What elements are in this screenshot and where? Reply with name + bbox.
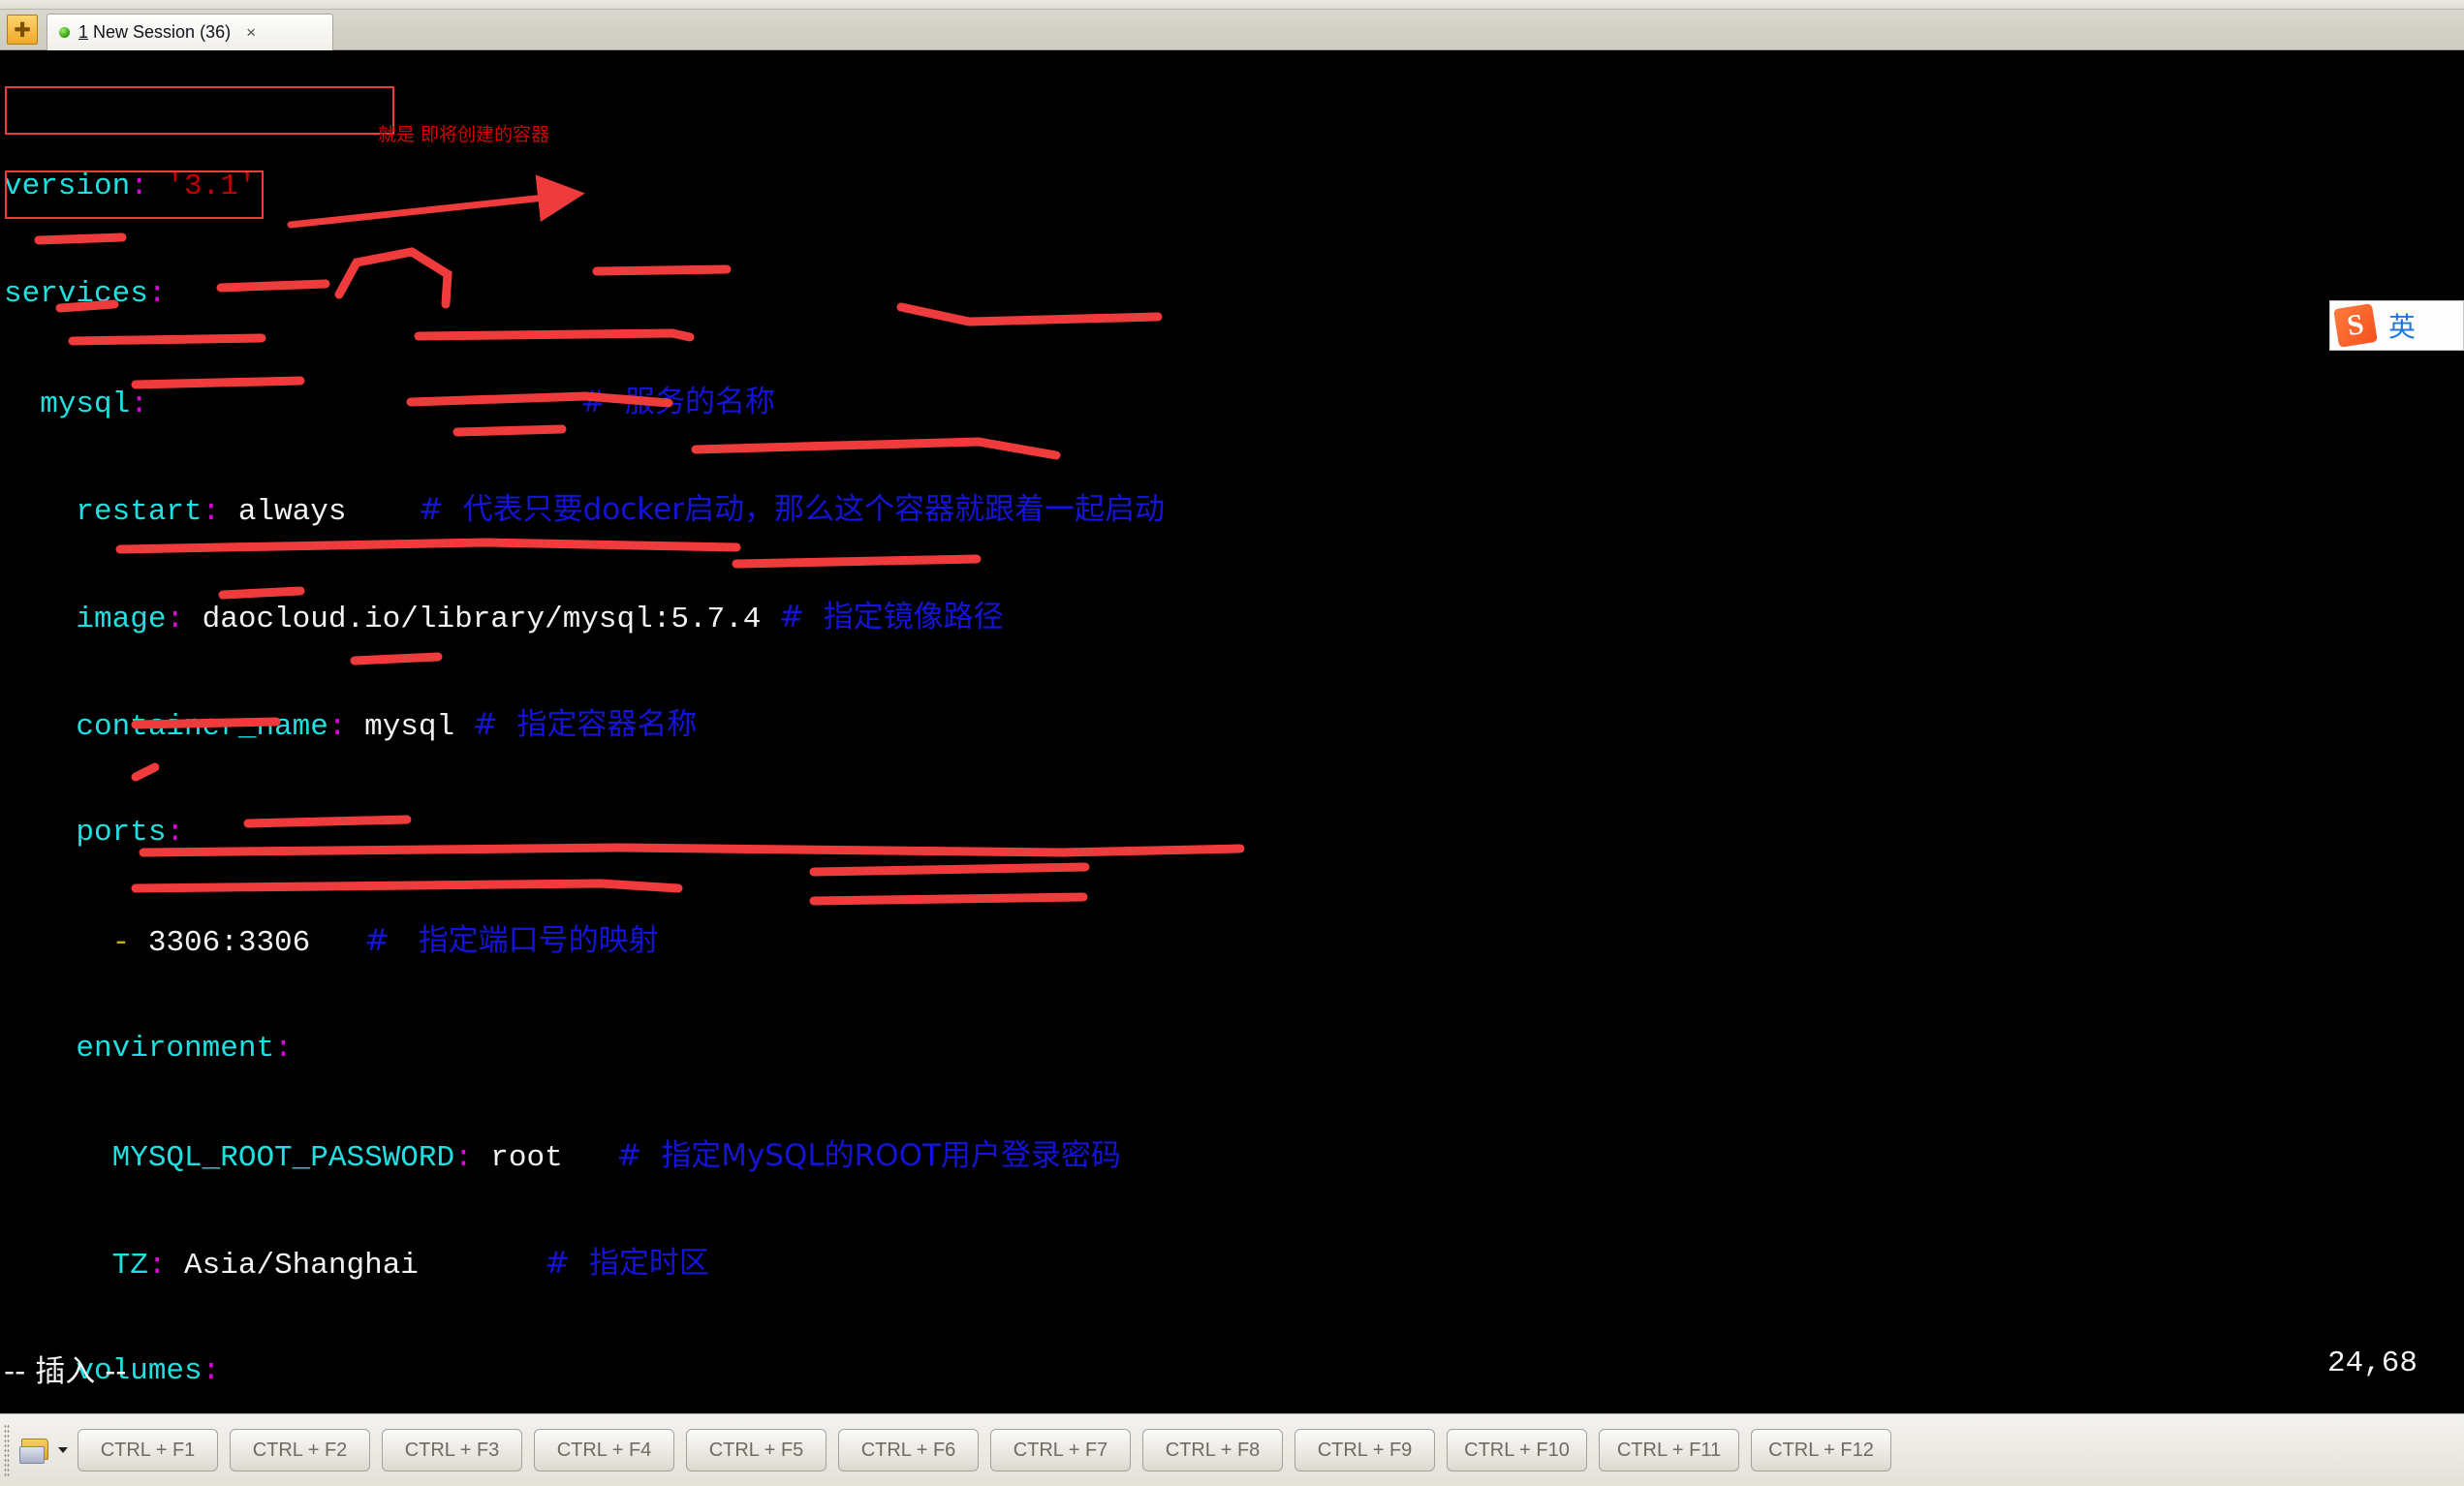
code-line: TZ: Asia/Shanghai # 指定时区 [111,1246,709,1284]
vim-mode-indicator: -- 插入 -- [4,1354,127,1389]
chevron-down-icon[interactable] [58,1447,68,1453]
code-line: services: [4,277,167,312]
new-tab-button[interactable]: ✚ [7,15,38,45]
fkey-button[interactable]: CTRL + F10 [1447,1429,1587,1471]
code-line: - 3306:3306 # 指定端口号的映射 [111,922,659,960]
sogou-ime-toolbar[interactable]: S 英 [2329,300,2464,351]
sogou-logo-icon: S [2333,303,2378,348]
code-line: environment: [76,1031,293,1066]
fkey-button[interactable]: CTRL + F6 [838,1429,979,1471]
tab-session-1[interactable]: 1 New Session (36) × [47,14,333,50]
fkey-button[interactable]: CTRL + F12 [1751,1429,1891,1471]
fkey-button[interactable]: CTRL + F7 [990,1429,1131,1471]
fkey-button[interactable]: CTRL + F2 [230,1429,370,1471]
connected-dot-icon [59,27,70,38]
fkey-button[interactable]: CTRL + F1 [78,1429,218,1471]
fkey-button[interactable]: CTRL + F3 [382,1429,522,1471]
cursor-position-indicator: 24,68 [2326,1347,2417,1380]
code-line: ports: [76,816,185,851]
ime-mode-label[interactable]: 英 [2388,306,2416,345]
fkey-button[interactable]: CTRL + F8 [1142,1429,1283,1471]
vim-buffer: version: '3.1' services: mysql: # 服务的名称 … [4,52,1320,1413]
function-key-bar: CTRL + F1 CTRL + F2 CTRL + F3 CTRL + F4 … [0,1413,2464,1486]
fkey-button[interactable]: CTRL + F4 [534,1429,674,1471]
fkey-button[interactable]: CTRL + F11 [1599,1429,1739,1471]
code-line: mysql: # 服务的名称 [40,384,776,421]
code-line: version: '3.1' [4,170,257,204]
fkey-button[interactable]: CTRL + F5 [686,1429,827,1471]
app-toolbar-strip [0,0,2464,10]
tab-title: New Session (36) [88,22,232,42]
close-icon[interactable]: × [246,24,256,41]
terminal-window: ✚ 1 New Session (36) × version: '3.1' se… [0,0,2464,1486]
code-line: container_name: mysql # 指定容器名称 [76,707,698,745]
folder-icon[interactable] [17,1431,56,1470]
toolbar-grip[interactable] [4,1424,10,1476]
code-line: volumes: [76,1354,221,1389]
fkey-button[interactable]: CTRL + F9 [1294,1429,1435,1471]
tab-bar: ✚ 1 New Session (36) × [0,10,2464,50]
tab-index: 1 [78,22,89,42]
terminal-screen[interactable]: version: '3.1' services: mysql: # 服务的名称 … [0,50,2464,1413]
tab-label: 1 New Session (36) [78,22,231,43]
code-line: image: daocloud.io/library/mysql:5.7.4 #… [76,599,1004,636]
code-line: restart: always # 代表只要docker启动，那么这个容器就跟着… [76,491,1165,529]
plus-icon: ✚ [14,17,31,42]
code-line: MYSQL_ROOT_PASSWORD: root # 指定MySQL的ROOT… [111,1137,1121,1175]
